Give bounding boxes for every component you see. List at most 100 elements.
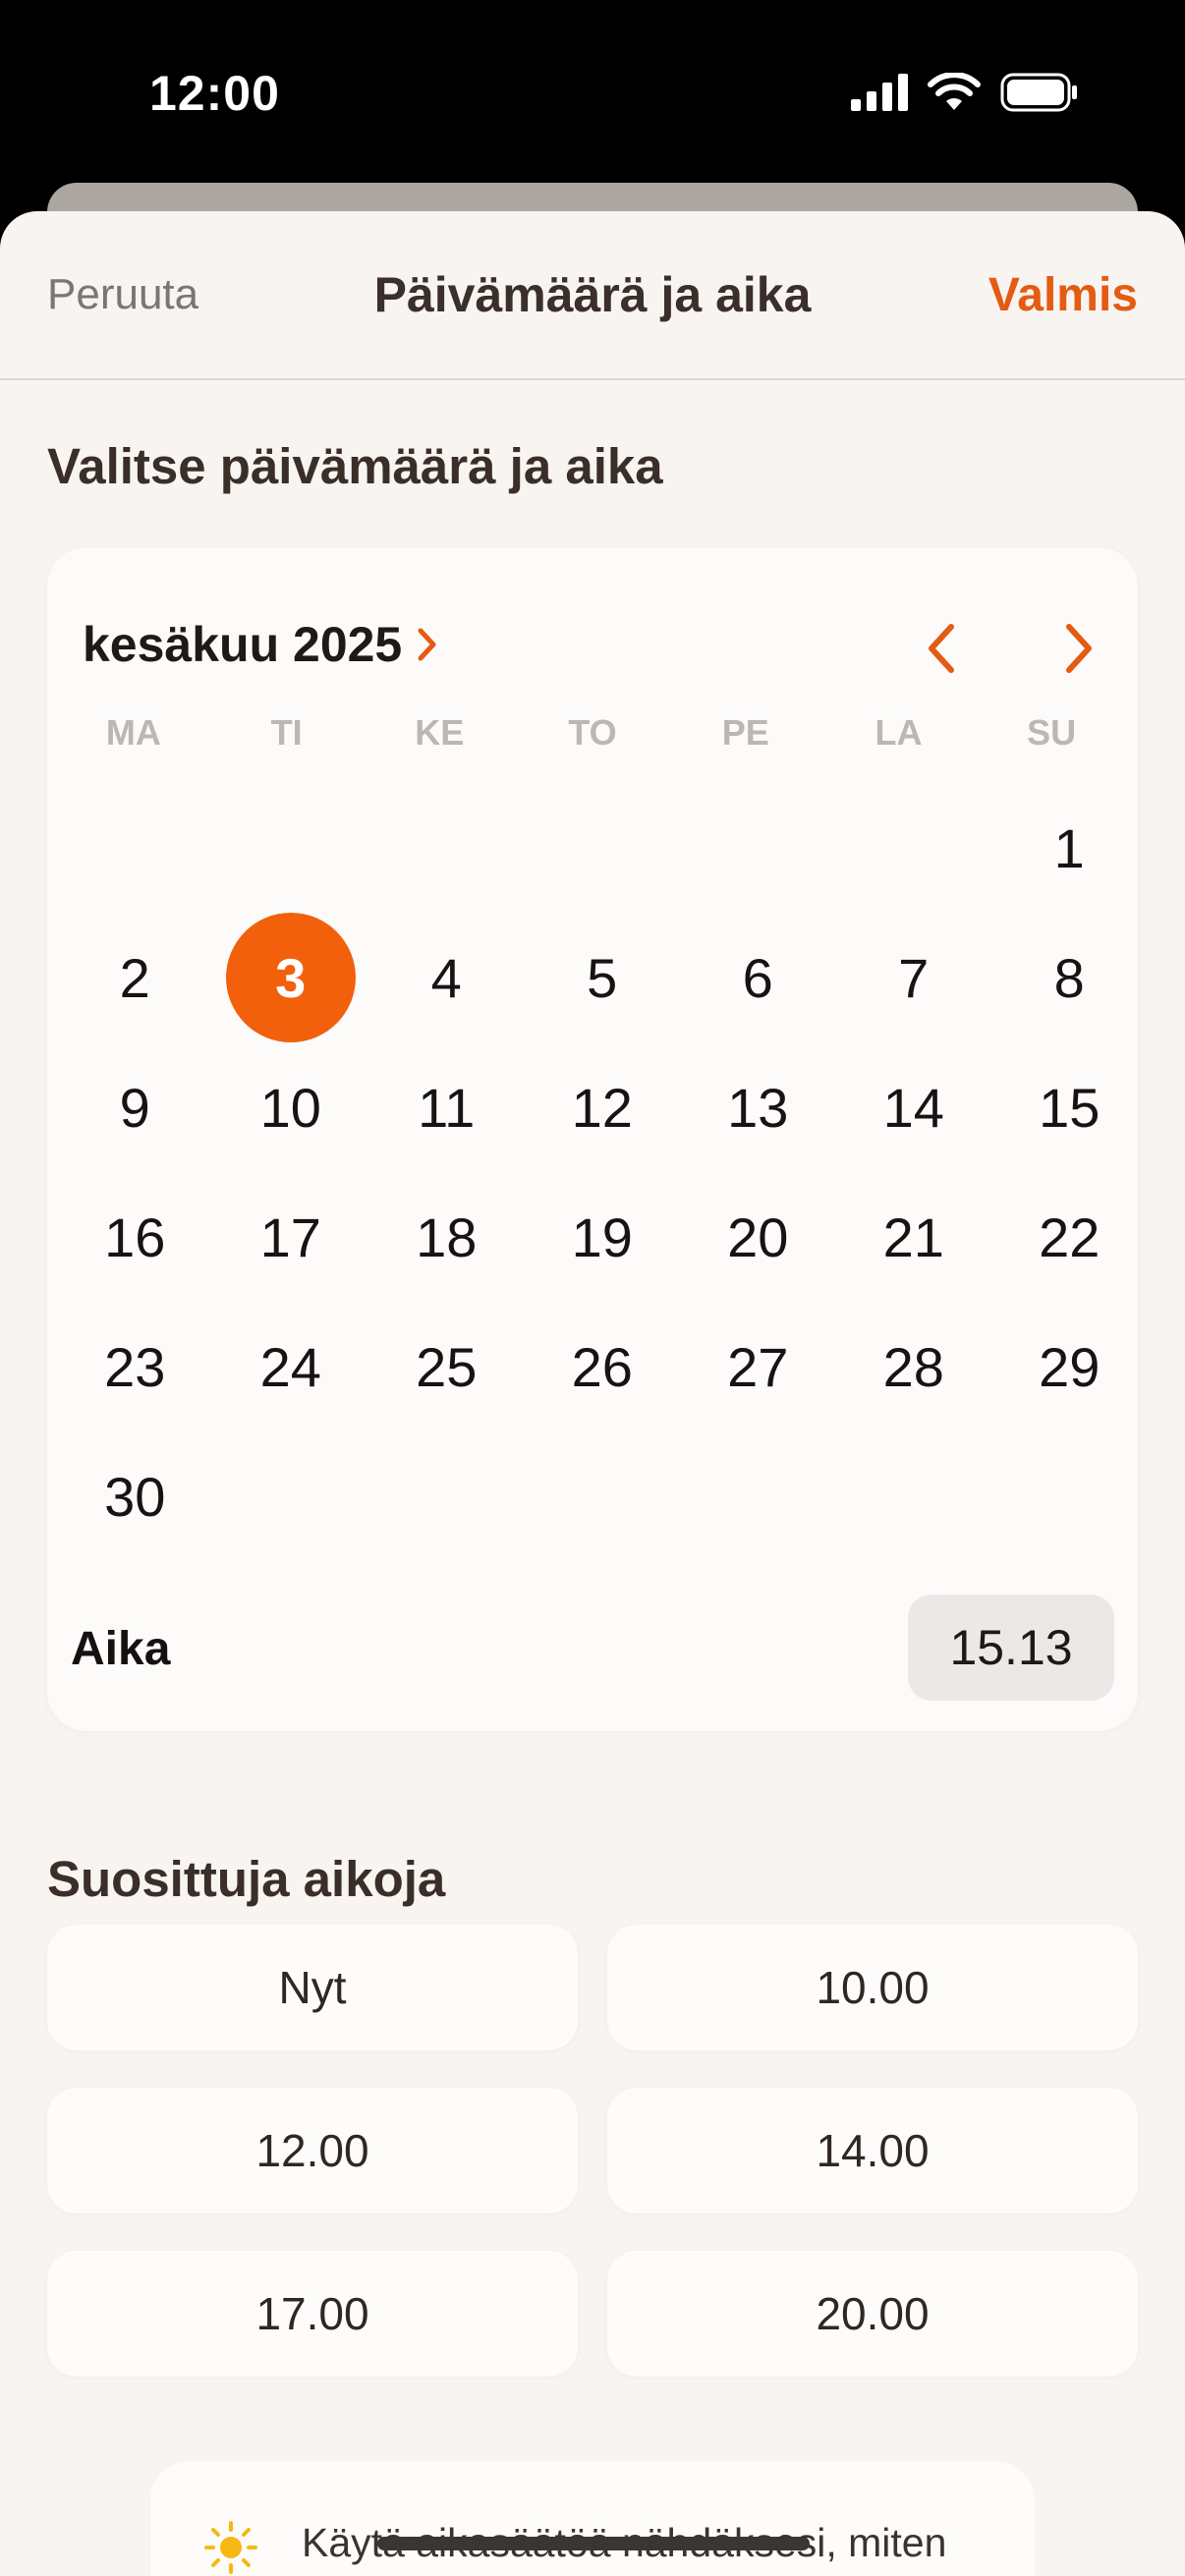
calendar-day-number: 12	[571, 1076, 633, 1139]
calendar-day-number: 8	[1053, 946, 1085, 1009]
calendar-day-number: 27	[727, 1335, 789, 1398]
calendar-day[interactable]: 12	[525, 1042, 681, 1172]
calendar-day-number: 10	[259, 1076, 321, 1139]
calendar-day[interactable]: 7	[836, 913, 992, 1042]
calendar-day-selected[interactable]: 3	[213, 913, 369, 1042]
sheet-nav-bar: Peruuta Päivämäärä ja aika Valmis	[0, 211, 1185, 380]
calendar-empty-cell	[680, 783, 836, 913]
calendar-day[interactable]: 22	[991, 1172, 1148, 1302]
next-month-button[interactable]	[1040, 614, 1118, 683]
calendar-day[interactable]: 16	[57, 1172, 213, 1302]
calendar-day[interactable]: 23	[57, 1302, 213, 1431]
calendar-day-number: 5	[587, 946, 618, 1009]
calendar-day-number: 29	[1039, 1335, 1100, 1398]
month-label: kesäkuu 2025	[83, 617, 403, 672]
weekday-label: KE	[415, 712, 465, 753]
calendar-day[interactable]: 14	[836, 1042, 992, 1172]
calendar-day[interactable]: 1	[991, 783, 1148, 913]
calendar-day[interactable]: 30	[57, 1431, 213, 1561]
calendar-empty-cell	[57, 783, 213, 913]
calendar-day[interactable]: 20	[680, 1172, 836, 1302]
date-time-sheet: Peruuta Päivämäärä ja aika Valmis Valits…	[0, 211, 1185, 2576]
weekday-label: PE	[721, 712, 769, 753]
calendar-day[interactable]: 15	[991, 1042, 1148, 1172]
status-time: 12:00	[149, 66, 280, 121]
calendar-day[interactable]: 29	[991, 1302, 1148, 1431]
calendar-day[interactable]: 26	[525, 1302, 681, 1431]
weekday-label: SU	[1027, 712, 1077, 753]
time-row: Aika 15.13	[47, 1595, 1138, 1703]
calendar-day[interactable]: 21	[836, 1172, 992, 1302]
calendar-empty-cell	[213, 783, 369, 913]
status-bar: 12:00	[0, 0, 1185, 187]
calendar-empty-cell	[836, 783, 992, 913]
previous-month-button[interactable]	[902, 614, 981, 683]
calendar-day-number: 14	[882, 1076, 944, 1139]
calendar-day-number: 2	[119, 946, 150, 1009]
suggested-time-button[interactable]: 20.00	[607, 2251, 1138, 2377]
suggested-time-button[interactable]: 10.00	[607, 1925, 1138, 2050]
calendar-day-number: 21	[882, 1205, 944, 1268]
time-picker-button[interactable]: 15.13	[908, 1595, 1114, 1701]
calendar-day-number: 25	[416, 1335, 478, 1398]
battery-icon	[1000, 73, 1077, 112]
calendar-day-number: 24	[259, 1335, 321, 1398]
home-indicator[interactable]	[377, 2537, 810, 2550]
suggested-times-grid: Nyt 10.00 12.00 14.00 17.00 20.00	[47, 1925, 1138, 2377]
calendar-day-number: 23	[104, 1335, 166, 1398]
calendar-day-number: 13	[727, 1076, 789, 1139]
suggested-times-title: Suosittuja aikoja	[47, 1851, 446, 1907]
calendar-day-number: 4	[430, 946, 462, 1009]
calendar-day[interactable]: 25	[368, 1302, 525, 1431]
calendar-day-number: 28	[882, 1335, 944, 1398]
calendar-day[interactable]: 10	[213, 1042, 369, 1172]
suggested-time-button[interactable]: 12.00	[47, 2088, 578, 2213]
calendar-empty-cell	[525, 783, 681, 913]
calendar-day-grid: 1 2 3 4 5 6 7 8 9 10 11 12 13 14 15 16 17 18 19 20 21 22 23 24 2…	[47, 783, 1138, 1561]
weekday-label: MA	[105, 712, 161, 753]
calendar-day-number: 17	[259, 1205, 321, 1268]
calendar-day[interactable]: 24	[213, 1302, 369, 1431]
calendar-day[interactable]: 8	[991, 913, 1148, 1042]
calendar-day[interactable]: 27	[680, 1302, 836, 1431]
calendar-day-number: 26	[571, 1335, 633, 1398]
calendar-day[interactable]: 5	[525, 913, 681, 1042]
calendar-day[interactable]: 9	[57, 1042, 213, 1172]
status-icons	[851, 73, 1079, 112]
calendar-day-number: 15	[1039, 1076, 1100, 1139]
time-label: Aika	[71, 1623, 171, 1675]
sun-icon	[204, 2521, 257, 2574]
suggested-time-button[interactable]: 14.00	[607, 2088, 1138, 2213]
calendar-day-number: 1	[1053, 816, 1085, 879]
calendar-day-number: 30	[104, 1465, 166, 1528]
calendar-day-number: 20	[727, 1205, 789, 1268]
picker-section-title: Valitse päivämäärä ja aika	[47, 438, 663, 494]
cellular-signal-icon	[851, 74, 908, 111]
suggested-time-button[interactable]: 17.00	[47, 2251, 578, 2377]
calendar-day[interactable]: 17	[213, 1172, 369, 1302]
calendar-day[interactable]: 4	[368, 913, 525, 1042]
calendar-day[interactable]: 2	[57, 913, 213, 1042]
calendar-day-number: 9	[119, 1076, 150, 1139]
calendar-day[interactable]: 28	[836, 1302, 992, 1431]
calendar-day-number: 6	[742, 946, 773, 1009]
month-selector[interactable]: kesäkuu 2025	[83, 616, 439, 673]
calendar-day-number: 3	[225, 913, 356, 1042]
weekday-label: TO	[568, 712, 617, 753]
calendar-day-number: 16	[104, 1205, 166, 1268]
calendar-day[interactable]: 19	[525, 1172, 681, 1302]
calendar-day[interactable]: 13	[680, 1042, 836, 1172]
calendar-empty-cell	[368, 783, 525, 913]
calendar-day[interactable]: 6	[680, 913, 836, 1042]
calendar-day-number: 22	[1039, 1205, 1100, 1268]
calendar-day[interactable]: 18	[368, 1172, 525, 1302]
calendar-day-number: 7	[898, 946, 930, 1009]
wifi-icon	[928, 73, 981, 110]
weekday-label: TI	[270, 712, 303, 753]
month-navigation	[902, 614, 1118, 683]
calendar-day[interactable]: 11	[368, 1042, 525, 1172]
weekday-header: MA TI KE TO PE LA SU	[47, 712, 1138, 754]
suggested-time-button[interactable]: Nyt	[47, 1925, 578, 2050]
chevron-right-icon	[1066, 624, 1092, 673]
done-button[interactable]: Valmis	[988, 268, 1138, 322]
